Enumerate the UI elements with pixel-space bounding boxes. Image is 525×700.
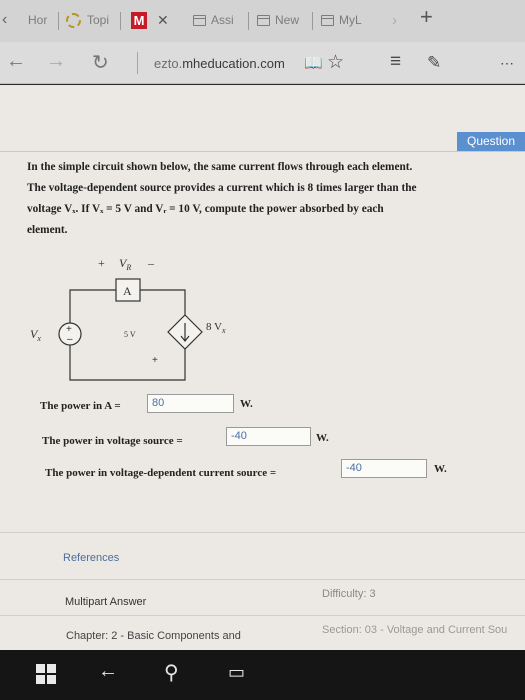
tab-separator <box>120 12 121 30</box>
close-icon[interactable]: ✕ <box>157 12 169 29</box>
chapter-label: Chapter: 2 - Basic Components and <box>66 630 241 642</box>
vx-label: Vx <box>30 327 41 343</box>
tab-separator <box>58 12 59 30</box>
question-line: element. <box>27 224 68 236</box>
divider <box>0 579 525 580</box>
question-tab[interactable]: Question <box>457 132 525 151</box>
question-line: voltage Vₓ. If Vₓ = 5 V and Vᵣ = 10 V, c… <box>27 203 384 215</box>
tab-home[interactable]: Hor <box>28 10 47 30</box>
tab-scroll-left[interactable]: ‹ <box>2 10 7 30</box>
page-icon <box>193 14 206 26</box>
tab-separator <box>248 12 249 30</box>
vr-label: VR <box>119 256 131 272</box>
address-bar: ← → ↻ ezto.mheducation.com 📖 ☆ ≡ ✎ ⋯ <box>0 42 525 84</box>
page-icon <box>257 14 270 26</box>
tab-label: MyL <box>339 13 362 27</box>
answer-input-voltage-source[interactable]: -40 <box>226 427 311 446</box>
url-main: mheducation.com <box>182 56 285 71</box>
tab-scroll-right[interactable]: › <box>392 10 397 30</box>
gear-icon <box>66 12 81 28</box>
search-icon[interactable]: ⚲ <box>164 660 179 685</box>
windows-start-icon[interactable] <box>36 664 56 684</box>
favorite-star-icon[interactable]: ☆ <box>327 51 344 74</box>
divider <box>0 532 525 533</box>
section-label: Section: 03 - Voltage and Current Sou <box>322 624 508 636</box>
answer-input-a[interactable]: 80 <box>147 394 234 413</box>
circuit-diagram: + VR – A + – Vx 5 V + 8 Vx <box>30 256 226 381</box>
address-separator <box>137 52 138 74</box>
element-a-label: A <box>123 284 132 298</box>
tab-separator <box>312 12 313 30</box>
answer-label-a: The power in A = <box>40 400 121 412</box>
web-note-icon[interactable]: ✎ <box>427 53 441 73</box>
divider <box>0 151 525 152</box>
tab-mylab[interactable]: MyL <box>321 10 362 30</box>
back-arrow-icon[interactable]: ← <box>98 660 118 683</box>
source-minus-sign: – <box>67 334 73 345</box>
refresh-icon[interactable]: ↻ <box>92 50 109 75</box>
dependent-source-label: 8 Vx <box>206 321 226 335</box>
new-tab-plus-icon[interactable]: + <box>420 4 433 29</box>
answer-label-voltage-source: The power in voltage source = <box>42 435 183 447</box>
tab-label: Hor <box>28 13 48 27</box>
multipart-answer-label: Multipart Answer <box>65 596 147 608</box>
task-view-icon[interactable]: ▭ <box>228 662 245 683</box>
answer-label-dependent-source: The power in voltage-dependent current s… <box>45 467 277 479</box>
unit-label: W. <box>316 432 329 444</box>
tab-label: New <box>275 13 300 27</box>
hub-icon[interactable]: ≡ <box>390 51 401 73</box>
page-icon <box>321 14 334 26</box>
question-text: In the simple circuit shown below, the s… <box>27 157 482 241</box>
vr-minus-sign: – <box>147 256 155 270</box>
tab-label: Assi <box>211 13 234 27</box>
tab-new[interactable]: New <box>257 10 299 30</box>
back-arrow-icon[interactable]: ← <box>6 50 26 73</box>
tab-assignment[interactable]: Assi <box>193 10 234 30</box>
reading-view-icon[interactable]: 📖 <box>304 54 323 72</box>
mheducation-logo-icon: M <box>131 11 147 29</box>
forward-arrow-icon[interactable]: → <box>46 50 66 73</box>
divider <box>0 615 525 616</box>
question-line: The voltage-dependent source provides a … <box>27 182 417 194</box>
tab-label: Topi <box>87 13 110 27</box>
references-link[interactable]: References <box>63 552 119 564</box>
dep-plus-sign: + <box>152 355 158 366</box>
page-content: Question In the simple circuit shown bel… <box>0 85 525 650</box>
tab-mheducation[interactable]: M ✕ <box>131 10 173 30</box>
source-value-label: 5 V <box>124 330 136 339</box>
windows-taskbar: ← ⚲ ▭ <box>0 650 525 700</box>
tab-topic[interactable]: Topi <box>66 10 109 30</box>
question-line: In the simple circuit shown below, the s… <box>27 161 413 173</box>
url-field[interactable]: ezto.mheducation.com <box>154 56 285 71</box>
unit-label: W. <box>434 463 447 475</box>
tab-bar: ‹ Hor Topi M ✕ Assi New MyL › + <box>0 0 525 42</box>
unit-label: W. <box>240 398 253 410</box>
more-icon[interactable]: ⋯ <box>500 55 514 72</box>
vr-plus-sign: + <box>98 256 105 270</box>
answer-input-dependent-source[interactable]: -40 <box>341 459 427 478</box>
url-host: ezto. <box>154 56 183 71</box>
difficulty-label: Difficulty: 3 <box>322 588 376 600</box>
